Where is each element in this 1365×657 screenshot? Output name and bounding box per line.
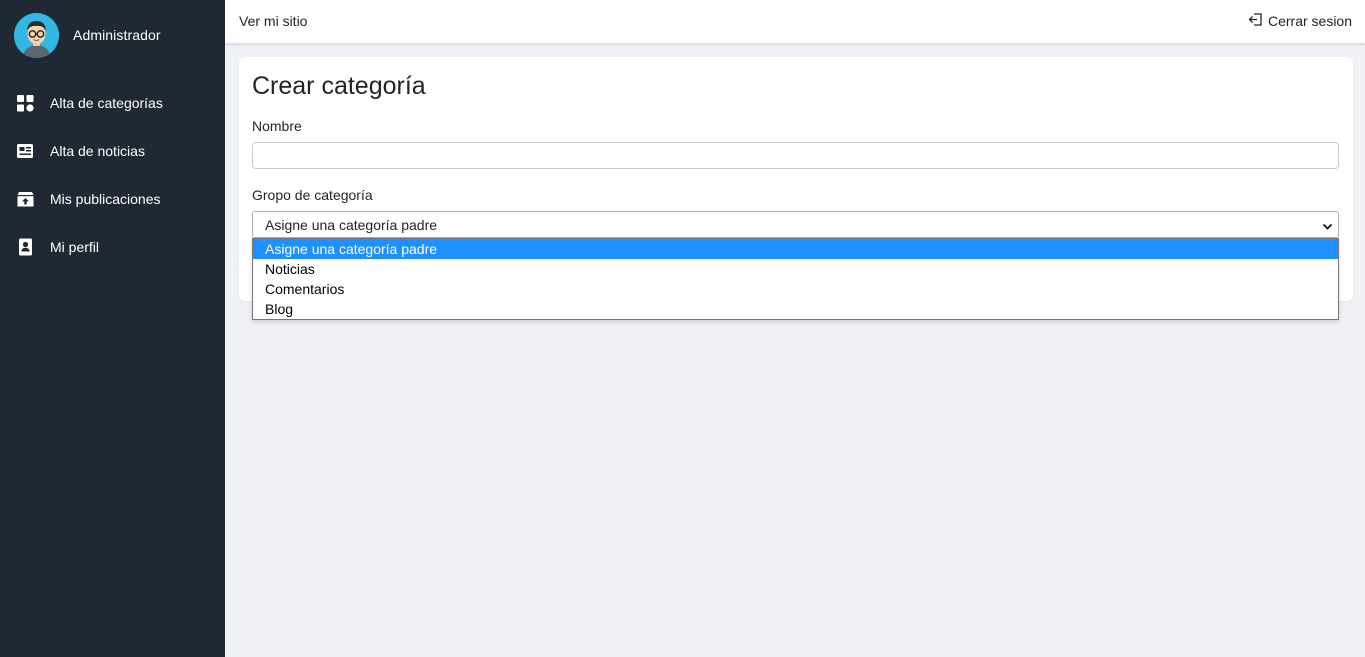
sidebar-item-label: Mi perfil	[50, 239, 100, 255]
logout-button[interactable]: Cerrar sesion	[1248, 12, 1352, 30]
logout-icon	[1248, 12, 1268, 30]
avatar	[14, 12, 59, 58]
select-option[interactable]: Noticias	[253, 259, 1338, 279]
category-group-select[interactable]: Asigne una categoría padre	[252, 211, 1339, 238]
profile: Administrador	[14, 12, 161, 58]
sidebar-item-label: Mis publicaciones	[50, 191, 161, 207]
select-option[interactable]: Asigne una categoría padre	[253, 239, 1338, 259]
sidebar-nav: Alta de categorías Alta de noticias Mis …	[0, 79, 225, 271]
name-label: Nombre	[252, 118, 302, 134]
profile-name: Administrador	[73, 27, 161, 43]
archive-upload-icon	[16, 190, 34, 208]
view-site-link[interactable]: Ver mi sitio	[239, 13, 307, 29]
logout-label: Cerrar sesion	[1267, 13, 1352, 29]
sidebar-item-alta-categorias[interactable]: Alta de categorías	[0, 79, 225, 127]
dashboard-icon	[16, 94, 34, 112]
select-option[interactable]: Blog	[253, 299, 1338, 319]
sidebar-item-mi-perfil[interactable]: Mi perfil	[0, 223, 225, 271]
newspaper-icon	[16, 142, 34, 160]
sidebar: Administrador Alta de categorías Alta de…	[0, 0, 225, 657]
select-value: Asigne una categoría padre	[265, 216, 438, 233]
contact-card-icon	[16, 238, 34, 256]
select-option[interactable]: Comentarios	[253, 279, 1338, 299]
category-group-options: Asigne una categoría padre Noticias Come…	[252, 238, 1339, 320]
name-input[interactable]	[252, 142, 1339, 169]
sidebar-item-label: Alta de noticias	[50, 143, 145, 159]
sidebar-item-alta-noticias[interactable]: Alta de noticias	[0, 127, 225, 175]
top-bar: Ver mi sitio Cerrar sesion	[225, 0, 1365, 43]
sidebar-item-mis-publicaciones[interactable]: Mis publicaciones	[0, 175, 225, 223]
group-label: Gropo de categoría	[252, 187, 373, 203]
sidebar-item-label: Alta de categorías	[50, 95, 163, 111]
chevron-down-icon	[1322, 219, 1333, 235]
page-title: Crear categoría	[252, 72, 426, 100]
